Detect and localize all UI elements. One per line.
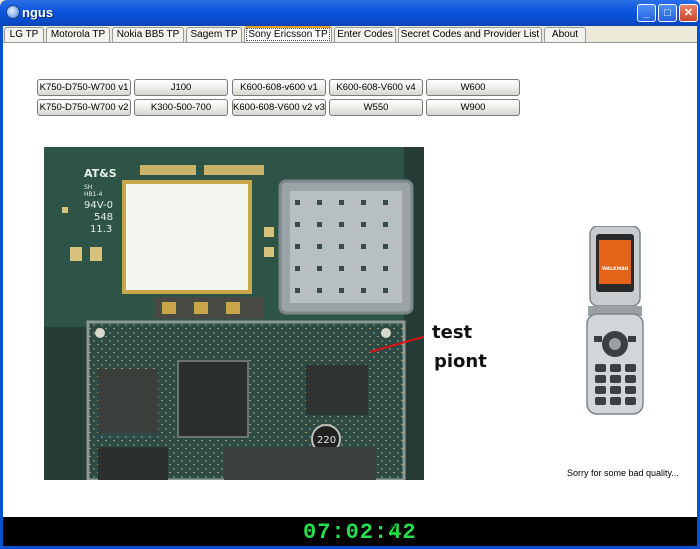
board-label-sh: SH: [84, 184, 92, 191]
phone-screen-label: WALKMAN: [602, 266, 629, 272]
tab-strip: LG TP Motorola TP Nokia BB5 TP Sagem TP …: [4, 26, 696, 43]
title-bar[interactable]: ngus _ □ ✕: [0, 0, 700, 26]
k750-d750-w700-v2-button[interactable]: K750-D750-W700 v2: [37, 99, 131, 116]
board-label-548: 548: [94, 212, 113, 223]
j100-button[interactable]: J100: [134, 79, 228, 96]
w900-button[interactable]: W900: [426, 99, 520, 116]
tab-motorola-tp[interactable]: Motorola TP: [46, 27, 110, 42]
pcb-test-point-image: AT&S SH HB1-4 94V-0 548 11.3 220 test pi…: [44, 147, 518, 480]
tab-nokia-bb5-tp[interactable]: Nokia BB5 TP: [112, 27, 184, 42]
tab-sony-ericsson-tp[interactable]: Sony Ericsson TP: [244, 26, 332, 43]
k750-d750-w700-v1-button[interactable]: K750-D750-W700 v1: [37, 79, 131, 96]
test-point-label-line1: test: [432, 322, 473, 343]
app-icon: [6, 5, 20, 19]
minimize-button[interactable]: _: [637, 4, 656, 22]
board-label-94v: 94V-0: [84, 200, 113, 211]
pm-indicator: PM: [390, 531, 398, 538]
maximize-button[interactable]: □: [658, 4, 677, 22]
phone-image-art: WALKMAN: [586, 225, 644, 415]
close-button[interactable]: ✕: [679, 4, 698, 22]
tab-lg-tp[interactable]: LG TP: [4, 27, 44, 42]
chip-label: 220: [317, 435, 336, 446]
k600-608-v600-v1-button[interactable]: K600-608-v600 v1: [232, 79, 326, 96]
tab-secret-codes[interactable]: Secret Codes and Provider List: [398, 27, 542, 42]
pcb-image-art: AT&S SH HB1-4 94V-0 548 11.3 220 test pi…: [44, 147, 518, 480]
board-label-113: 11.3: [90, 224, 112, 235]
k300-500-700-button[interactable]: K300-500-700: [134, 99, 228, 116]
am-pm-indicator: AM PM: [390, 524, 397, 538]
sony-ericsson-phone-image: WALKMAN: [584, 225, 646, 422]
tab-enter-codes[interactable]: Enter Codes: [334, 27, 396, 42]
tab-about[interactable]: About: [544, 27, 586, 42]
k600-608-v600-v4-button[interactable]: K600-608-V600 v4: [329, 79, 423, 96]
test-point-label-line2: piont: [434, 351, 487, 372]
w600-button[interactable]: W600: [426, 79, 520, 96]
board-label-ats: AT&S: [84, 167, 117, 180]
tab-sony-ericsson-tp-label: Sony Ericsson TP: [246, 28, 330, 41]
k600-608-v600-v2-v3-button[interactable]: K600-608-V600 v2 v3: [232, 99, 326, 116]
window-title: ngus: [22, 5, 54, 20]
am-indicator: AM: [390, 524, 398, 531]
board-label-hb: HB1-4: [84, 191, 103, 198]
tab-sagem-tp[interactable]: Sagem TP: [186, 27, 242, 42]
quality-note: Sorry for some bad quality...: [567, 468, 679, 478]
clock-bar: 07:02:42 AM PM: [3, 517, 697, 546]
w550-button[interactable]: W550: [329, 99, 423, 116]
main-window: ngus _ □ ✕ LG TP Motorola TP Nokia BB5 T…: [0, 0, 700, 549]
digital-clock: 07:02:42: [303, 520, 417, 545]
